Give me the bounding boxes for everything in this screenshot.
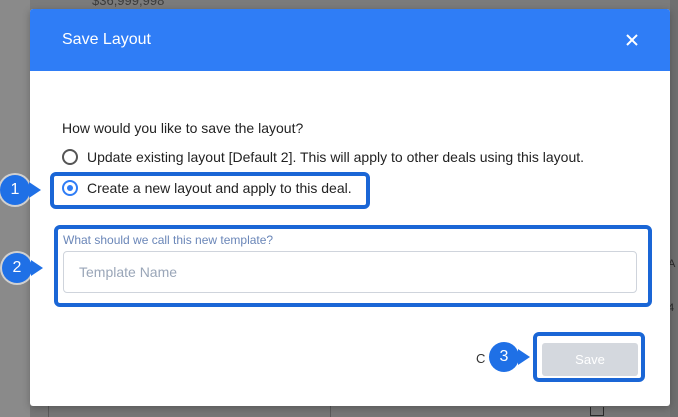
background-divider xyxy=(48,406,49,417)
step-badge-3: 3 xyxy=(489,342,519,372)
close-button[interactable] xyxy=(620,28,644,52)
radio-update-existing[interactable] xyxy=(62,149,78,165)
highlight-create-new-option xyxy=(50,172,370,209)
step-arrow-2 xyxy=(31,260,43,276)
tray-icon xyxy=(590,407,604,416)
close-icon xyxy=(626,34,638,46)
option-update-existing[interactable]: Update existing layout [Default 2]. This… xyxy=(62,149,584,165)
background-divider xyxy=(330,406,331,417)
step-arrow-3 xyxy=(518,349,530,365)
dialog-header: Save Layout xyxy=(30,9,670,71)
background-app-left xyxy=(0,0,30,417)
option-update-existing-label: Update existing layout [Default 2]. This… xyxy=(87,149,585,165)
highlight-template-name-field xyxy=(54,225,652,307)
background-app-right: A 4 xyxy=(668,0,678,417)
step-badge-2: 2 xyxy=(2,253,32,283)
highlight-save-button xyxy=(533,332,645,382)
background-app-bottom xyxy=(30,406,670,417)
save-question: How would you like to save the layout? xyxy=(62,120,304,136)
background-price: $36,999,998 xyxy=(92,0,165,8)
dialog-title: Save Layout xyxy=(62,31,151,48)
step-badge-1: 1 xyxy=(0,175,30,205)
cancel-button[interactable]: C xyxy=(476,351,485,366)
background-app-top: $36,999,998 xyxy=(30,0,670,9)
step-arrow-1 xyxy=(29,182,41,198)
